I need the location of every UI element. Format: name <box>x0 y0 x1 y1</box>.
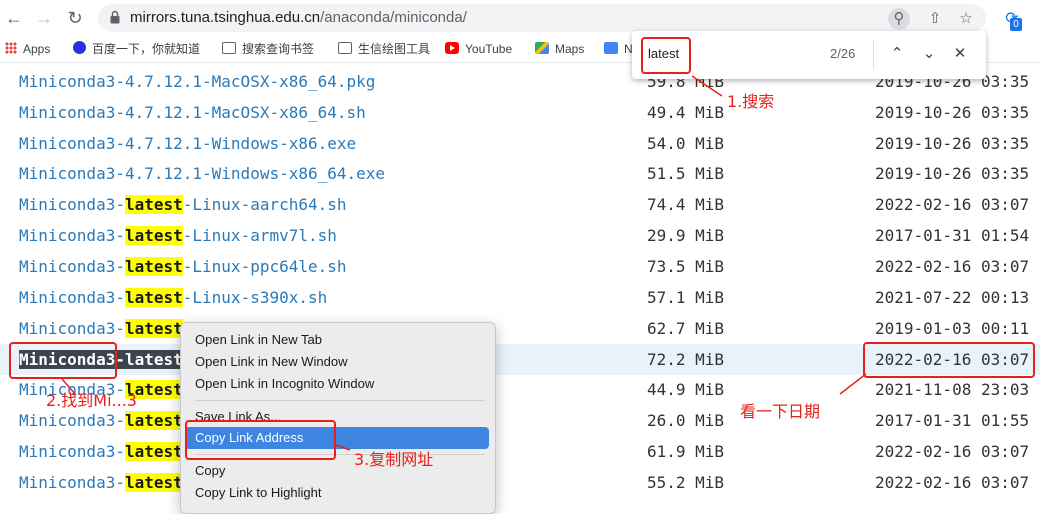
arrow-copy <box>335 444 351 451</box>
arrow-search <box>691 75 723 97</box>
annotation-step3: 3.复制网址 <box>354 450 434 469</box>
annotation-arrows <box>61 75 867 451</box>
arrow-date <box>839 373 867 395</box>
annotation-date-note: 看一下日期 <box>740 402 821 421</box>
annotation-step2: 2.找到Mi...3 <box>46 391 137 410</box>
annotation-step1: 1.搜索 <box>727 92 775 111</box>
